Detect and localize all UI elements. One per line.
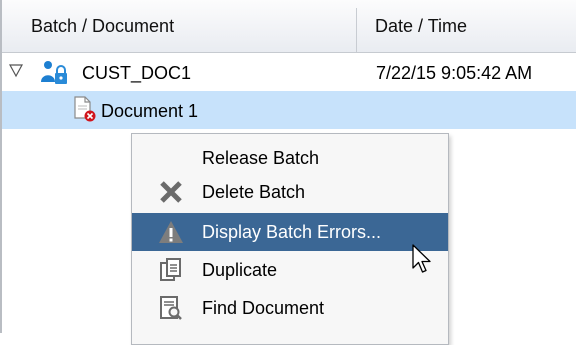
column-header-date-time[interactable]: Date / Time <box>375 0 467 52</box>
mouse-cursor-icon <box>412 244 434 281</box>
menu-item-delete-batch[interactable]: Delete Batch <box>132 173 448 211</box>
x-icon <box>157 178 185 211</box>
menu-item-label: Find Document <box>202 298 325 318</box>
batch-name: CUST_DOC1 <box>82 63 192 83</box>
context-menu: Release Batch Delete Batch Display Batch… <box>131 133 449 345</box>
column-header-batch-document[interactable]: Batch / Document <box>31 0 174 52</box>
menu-item-find-document[interactable]: Find Document <box>132 289 448 327</box>
window-left-border <box>0 0 2 333</box>
document-name: Document 1 <box>101 101 199 121</box>
duplicate-icon <box>157 256 185 289</box>
document-row-selected[interactable]: Document 1 <box>2 91 576 129</box>
menu-item-display-batch-errors[interactable]: Display Batch Errors... <box>132 213 448 251</box>
menu-item-release-batch[interactable]: Release Batch <box>132 139 448 177</box>
document-error-icon <box>72 95 98 128</box>
menu-item-duplicate[interactable]: Duplicate <box>132 251 448 289</box>
batch-date-time: 7/22/15 9:05:42 AM <box>376 63 533 83</box>
batch-row[interactable]: CUST_DOC1 7/22/15 9:05:42 AM <box>2 53 576 91</box>
menu-item-label: Duplicate <box>202 260 278 280</box>
menu-item-label: Delete Batch <box>202 182 306 202</box>
expand-triangle-icon[interactable] <box>8 62 24 83</box>
batch-list-window: Batch / Document Date / Time CUST_DOC1 7… <box>0 0 576 345</box>
find-document-icon <box>157 294 185 327</box>
batch-user-lock-icon <box>40 60 70 91</box>
menu-item-label: Release Batch <box>202 148 320 168</box>
table-header: Batch / Document Date / Time <box>0 0 576 53</box>
column-separator[interactable] <box>356 8 357 52</box>
menu-item-label: Display Batch Errors... <box>202 222 382 242</box>
warning-icon <box>157 218 185 251</box>
